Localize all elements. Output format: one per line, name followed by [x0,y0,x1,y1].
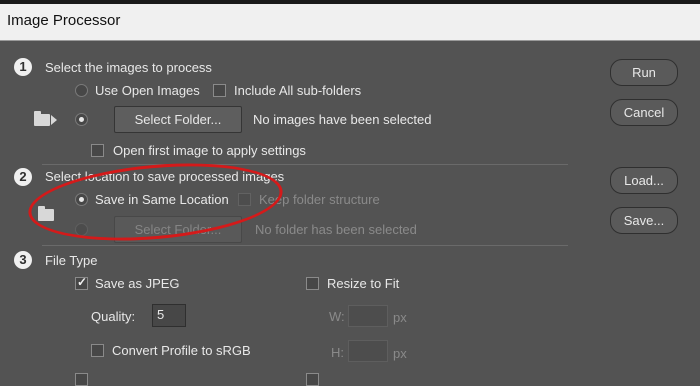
quality-input[interactable]: 5 [152,304,186,327]
height-unit: px [393,346,407,361]
section-3-heading: File Type [45,253,98,268]
section-divider [42,245,568,246]
step-2-badge: 2 [14,168,32,186]
quality-label: Quality: [91,309,136,324]
width-label: W: [329,309,345,324]
next-option-checkbox[interactable] [75,373,88,386]
width-unit: px [393,310,407,325]
convert-profile-label[interactable]: Convert Profile to sRGB [112,343,251,358]
cancel-button[interactable]: Cancel [610,99,678,126]
save-folder-status-text: No folder has been selected [255,222,417,237]
section-divider [42,164,568,165]
height-label: H: [331,345,344,360]
convert-profile-checkbox[interactable] [91,344,104,357]
open-first-image-checkbox[interactable] [91,144,104,157]
select-folder-button[interactable]: Select Folder... [114,106,242,133]
width-input[interactable] [348,305,388,327]
open-first-image-label[interactable]: Open first image to apply settings [113,143,306,158]
save-button[interactable]: Save... [610,207,678,234]
arrow-icon [51,115,57,125]
window-top-border [0,0,700,4]
images-status-text: No images have been selected [253,112,432,127]
section-1-heading: Select the images to process [45,60,212,75]
include-subfolders-label[interactable]: Include All sub-folders [234,83,361,98]
use-open-images-label[interactable]: Use Open Images [95,83,200,98]
save-as-jpeg-checkbox[interactable]: ✓ [75,275,88,290]
next-resize-checkbox[interactable] [306,373,319,386]
folder-arrow-icon [34,111,60,127]
folder-icon [34,111,50,126]
title-bar: Image Processor [0,0,700,41]
checkmark-icon: ✓ [77,275,88,289]
resize-to-fit-checkbox[interactable] [306,277,319,290]
height-input[interactable] [348,340,388,362]
load-button[interactable]: Load... [610,167,678,194]
select-folder-radio[interactable] [75,113,88,126]
resize-to-fit-label[interactable]: Resize to Fit [327,276,399,291]
use-open-images-radio[interactable] [75,84,88,97]
window-title: Image Processor [7,12,121,29]
save-as-jpeg-label[interactable]: Save as JPEG [95,276,180,291]
run-button[interactable]: Run [610,59,678,86]
include-subfolders-checkbox[interactable] [213,84,226,97]
step-1-badge: 1 [14,58,32,76]
step-3-badge: 3 [14,251,32,269]
